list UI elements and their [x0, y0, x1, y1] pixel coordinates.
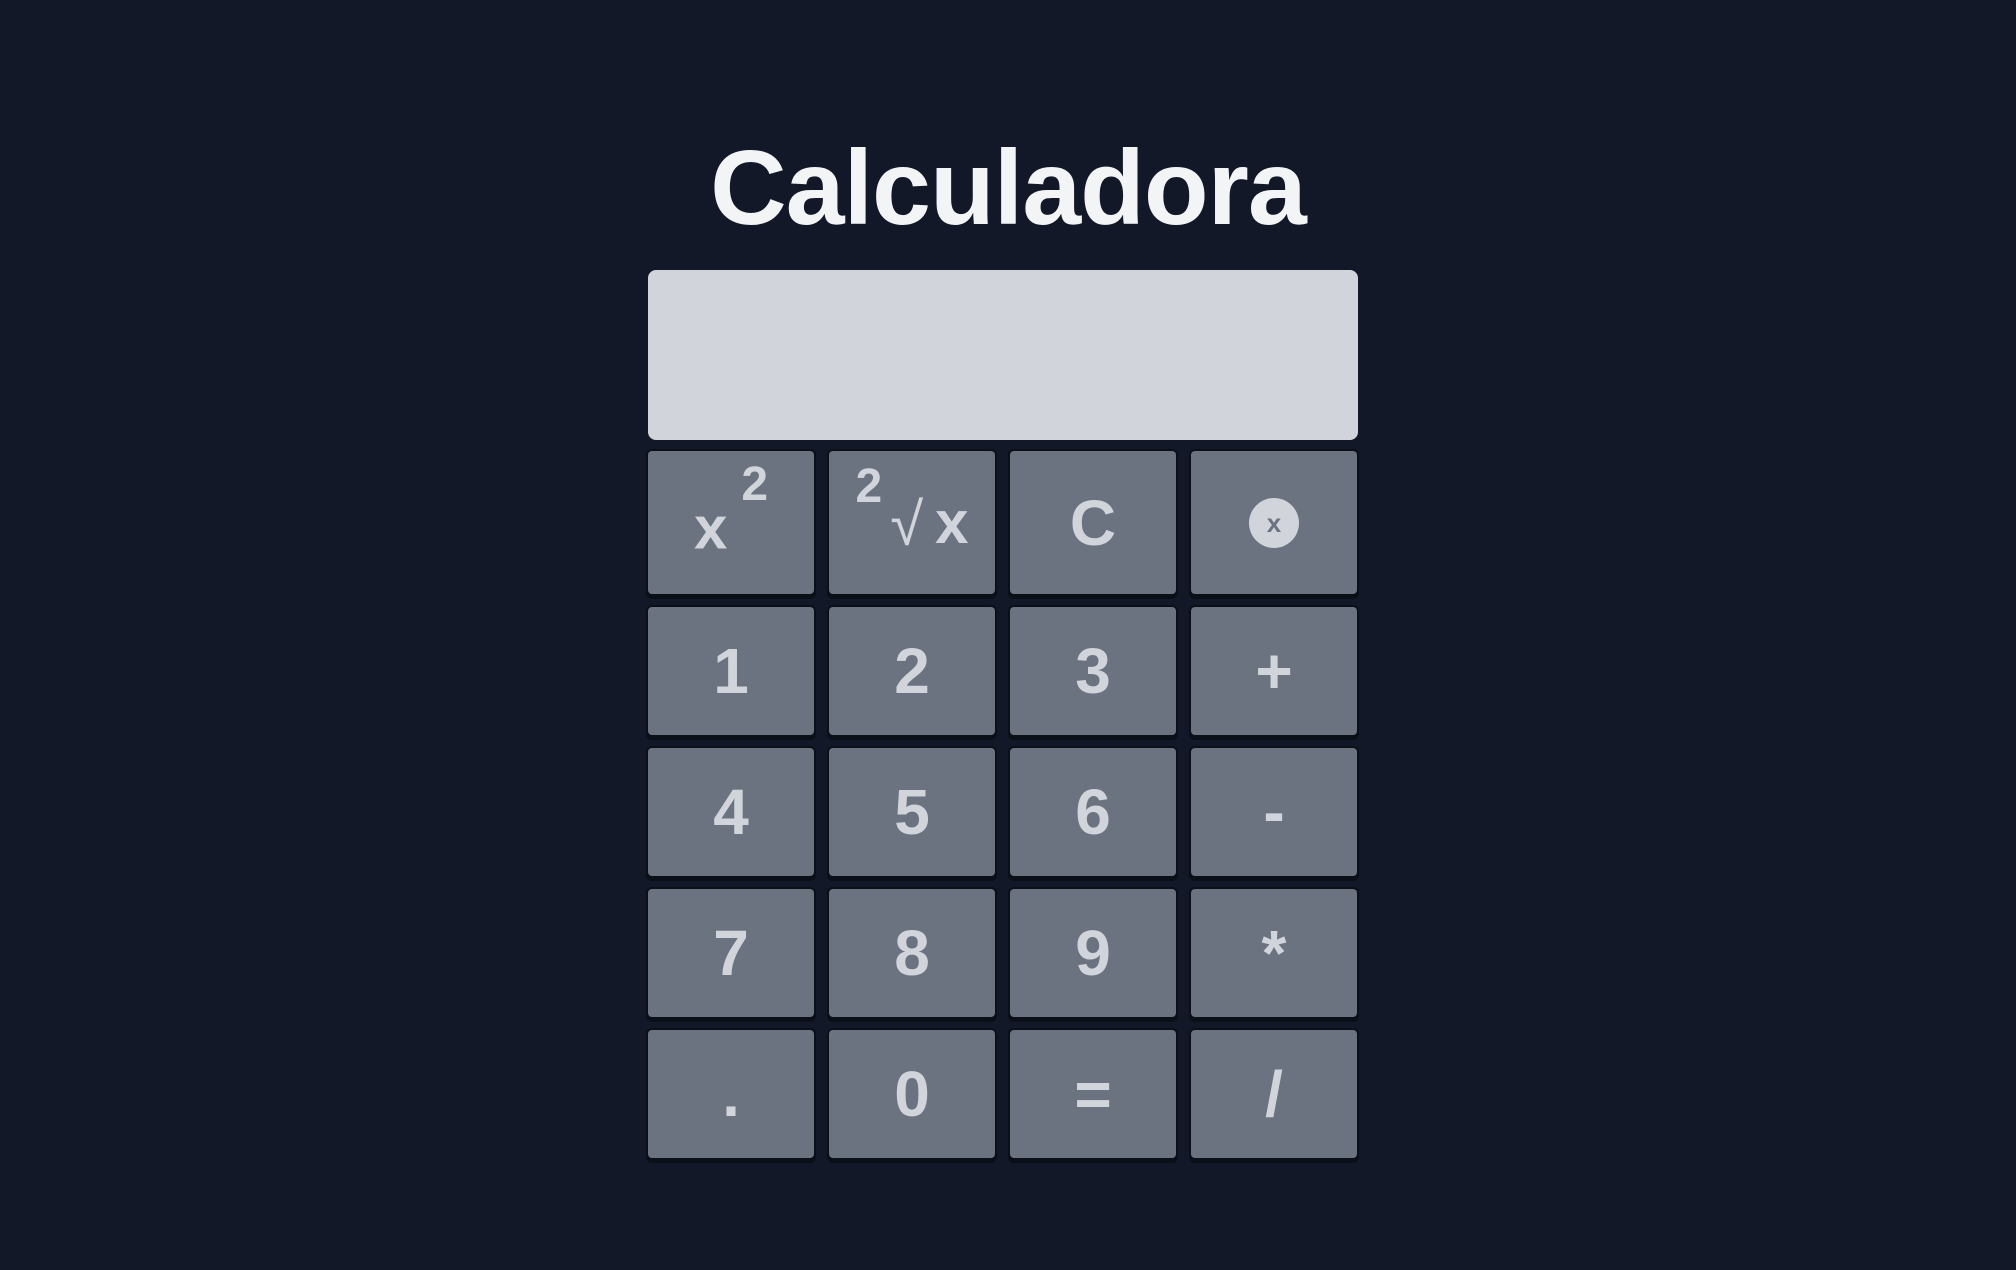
digit-9-button[interactable]: 9 [1010, 889, 1176, 1017]
page-title: Calculadora [710, 129, 1307, 247]
radical-icon: √ [890, 490, 924, 558]
equals-label: = [1074, 1058, 1112, 1130]
digit-6-label: 6 [1075, 776, 1111, 848]
keypad: x2 2 √ x C x 1 2 3 + 4 5 6 - 7 8 9 * . 0… [648, 451, 1358, 1158]
digit-0-label: 0 [894, 1058, 930, 1130]
digit-5-label: 5 [894, 776, 930, 848]
square-button[interactable]: x2 [648, 451, 814, 594]
square-exponent: 2 [741, 458, 769, 512]
square-base: x [693, 494, 728, 562]
plus-button[interactable]: + [1191, 607, 1357, 735]
minus-label: - [1263, 776, 1285, 848]
decimal-point-button[interactable]: . [648, 1030, 814, 1158]
digit-9-label: 9 [1075, 917, 1111, 989]
multiply-label: * [1261, 917, 1287, 989]
digit-2-button[interactable]: 2 [829, 607, 995, 735]
multiply-button[interactable]: * [1191, 889, 1357, 1017]
digit-7-label: 7 [713, 917, 749, 989]
circle-x-icon: x [1249, 497, 1299, 548]
clear-label: C [1069, 486, 1117, 559]
square-label: x2 [693, 461, 768, 563]
digit-5-button[interactable]: 5 [829, 748, 995, 876]
digit-7-button[interactable]: 7 [648, 889, 814, 1017]
digit-4-button[interactable]: 4 [648, 748, 814, 876]
square-root-base: x [935, 488, 969, 556]
calculator-display[interactable] [648, 270, 1358, 440]
digit-8-label: 8 [894, 917, 930, 989]
divide-button[interactable]: / [1191, 1030, 1357, 1158]
square-root-label: 2 √ x [855, 462, 969, 558]
square-root-button[interactable]: 2 √ x [829, 451, 995, 594]
equals-button[interactable]: = [1010, 1030, 1176, 1158]
digit-3-button[interactable]: 3 [1010, 607, 1176, 735]
clear-button[interactable]: C [1010, 451, 1176, 594]
delete-button[interactable]: x [1191, 451, 1357, 594]
digit-6-button[interactable]: 6 [1010, 748, 1176, 876]
square-root-index: 2 [855, 459, 883, 513]
digit-1-button[interactable]: 1 [648, 607, 814, 735]
digit-8-button[interactable]: 8 [829, 889, 995, 1017]
divide-label: / [1265, 1058, 1283, 1130]
digit-2-label: 2 [894, 635, 930, 707]
digit-3-label: 3 [1075, 635, 1111, 707]
digit-0-button[interactable]: 0 [829, 1030, 995, 1158]
plus-label: + [1255, 635, 1293, 707]
digit-1-label: 1 [713, 635, 749, 707]
minus-button[interactable]: - [1191, 748, 1357, 876]
decimal-point-label: . [722, 1058, 740, 1130]
digit-4-label: 4 [713, 776, 749, 848]
